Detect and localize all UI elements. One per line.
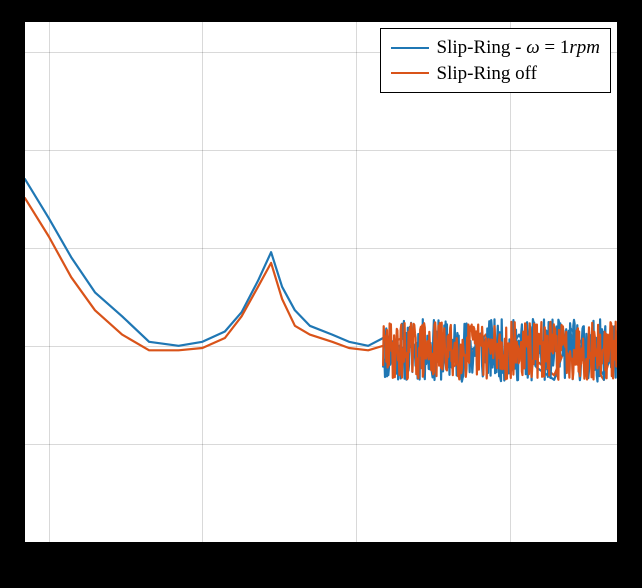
- legend-label-0: Slip-Ring - ω = 1rpm: [437, 35, 601, 61]
- legend-entry-1: Slip-Ring off: [391, 61, 601, 87]
- legend-label-1: Slip-Ring off: [437, 61, 537, 87]
- series-layer: [25, 22, 617, 542]
- legend-entry-0: Slip-Ring - ω = 1rpm: [391, 35, 601, 61]
- legend: Slip-Ring - ω = 1rpm Slip-Ring off: [380, 28, 612, 93]
- plot-area: Slip-Ring - ω = 1rpm Slip-Ring off: [23, 20, 619, 544]
- x-axis-ticks: [23, 544, 619, 552]
- legend-swatch-icon: [391, 72, 429, 74]
- chart: Slip-Ring - ω = 1rpm Slip-Ring off: [0, 0, 642, 588]
- legend-swatch-icon: [391, 47, 429, 49]
